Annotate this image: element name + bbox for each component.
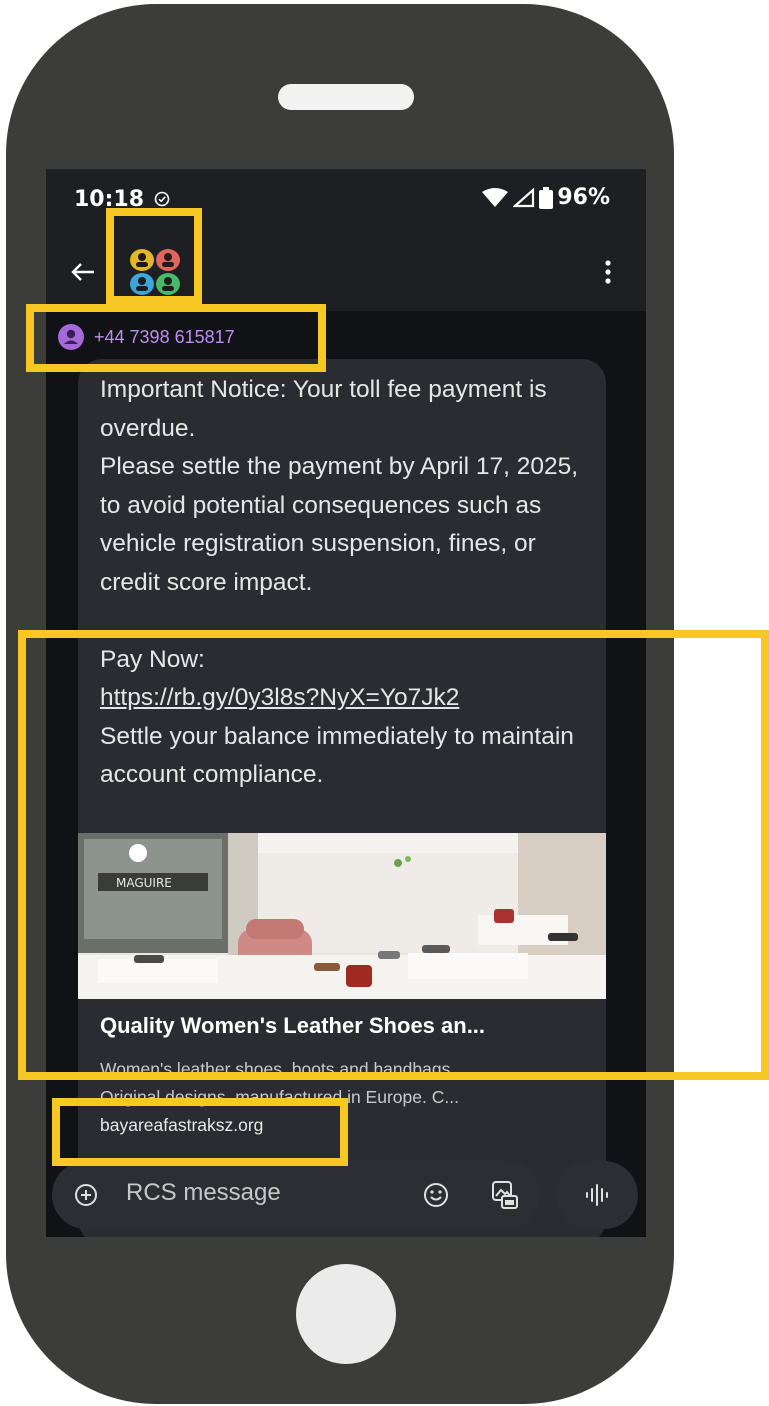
message-input[interactable]: RCS message: [126, 1179, 281, 1207]
audio-waveform-icon: [586, 1184, 608, 1206]
battery-percent: 96%: [557, 185, 610, 210]
phone-speaker: [278, 84, 414, 110]
highlight-box-domain: [52, 1098, 348, 1166]
emoji-icon[interactable]: [422, 1181, 450, 1209]
highlight-box-link: [18, 630, 769, 1080]
wifi-icon: [482, 187, 509, 207]
compose-bar[interactable]: RCS message: [52, 1161, 540, 1229]
highlight-box-sender: [26, 304, 326, 372]
voice-message-button[interactable]: [556, 1161, 638, 1229]
battery-icon: [539, 186, 554, 209]
highlight-box-avatar: [106, 208, 202, 304]
add-circle-icon[interactable]: [74, 1183, 98, 1207]
more-vert-icon[interactable]: [598, 257, 618, 287]
gallery-icon[interactable]: [490, 1179, 520, 1211]
check-circle-icon: [154, 191, 170, 207]
home-button: [296, 1264, 396, 1364]
message-intro: Important Notice: Your toll fee payment …: [100, 376, 579, 596]
status-icons: 96%: [481, 185, 610, 210]
back-arrow-icon[interactable]: [68, 257, 98, 287]
signal-icon: [513, 187, 535, 207]
